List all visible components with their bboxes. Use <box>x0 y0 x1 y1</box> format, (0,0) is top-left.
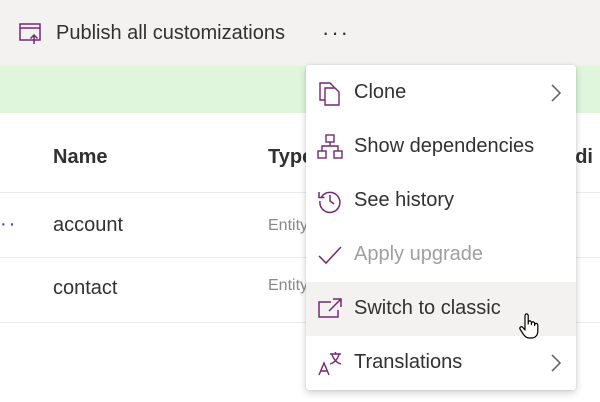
publish-icon <box>18 20 44 46</box>
chevron-right-icon <box>549 83 563 103</box>
more-commands-menu: Clone Show dependencies See history Appl… <box>306 65 576 390</box>
row-type: Entity <box>268 217 309 234</box>
copy-icon <box>317 80 343 106</box>
more-commands-button[interactable]: ··· <box>318 18 354 48</box>
menu-item-label: Apply upgrade <box>354 243 483 265</box>
history-icon <box>317 188 343 214</box>
chevron-right-icon <box>549 353 563 373</box>
publish-all-label: Publish all customizations <box>56 21 285 44</box>
menu-item-apply-upgrade: Apply upgrade <box>306 228 576 282</box>
menu-item-clone[interactable]: Clone <box>306 66 576 120</box>
translate-icon <box>317 350 343 376</box>
row-type: Entity <box>268 277 309 294</box>
row-more-button[interactable]: ·· <box>0 213 17 236</box>
checkmark-icon <box>317 242 343 268</box>
menu-item-see-history[interactable]: See history <box>306 174 576 228</box>
menu-item-show-dependencies[interactable]: Show dependencies <box>306 120 576 174</box>
hand-cursor-icon <box>518 312 540 340</box>
menu-item-translations[interactable]: Translations <box>306 336 576 390</box>
menu-item-label: Show dependencies <box>354 135 535 157</box>
command-bar: Publish all customizations ··· <box>0 0 600 66</box>
row-name[interactable]: account <box>53 214 123 237</box>
column-header-name[interactable]: Name <box>53 146 107 169</box>
row-name[interactable]: contact <box>53 277 117 300</box>
menu-item-label: Translations <box>354 351 463 373</box>
open-external-icon <box>317 296 343 322</box>
menu-item-label: Clone <box>354 81 407 103</box>
hierarchy-icon <box>317 134 343 160</box>
publish-all-button[interactable]: Publish all customizations <box>18 16 285 50</box>
menu-item-label: Switch to classic <box>354 297 501 319</box>
menu-item-label: See history <box>354 189 455 211</box>
